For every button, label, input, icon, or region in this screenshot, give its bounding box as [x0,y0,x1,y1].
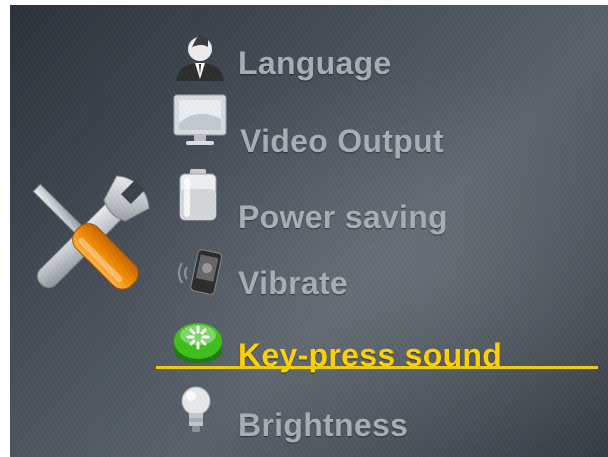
menu-item-label: Language [238,45,392,81]
menu-item-label: Brightness [238,407,409,443]
menu-item-label: Video Output [240,123,444,159]
menu-item-label: Power saving [238,199,448,235]
menu-item-brightness[interactable]: Brightness [160,383,600,443]
menu-item-language[interactable]: Language [160,33,600,89]
person-icon [176,36,224,81]
light-bulb-icon [181,386,211,432]
selection-underline [156,366,598,369]
menu-item-key-press-sound[interactable]: Key-press sound [160,313,600,373]
menu-item-vibrate[interactable]: Vibrate [160,245,600,301]
menu-item-power-saving[interactable]: Power saving [160,167,600,235]
vibrating-phone-icon [178,249,223,295]
menu-item-label: Vibrate [238,265,349,301]
tools-icon [32,175,150,290]
settings-screen: Language Video Output Power saving Vibra… [10,5,608,457]
battery-icon [179,169,217,221]
monitor-icon [173,94,227,145]
green-button-icon [174,323,222,363]
menu-item-video-output[interactable]: Video Output [160,93,600,159]
